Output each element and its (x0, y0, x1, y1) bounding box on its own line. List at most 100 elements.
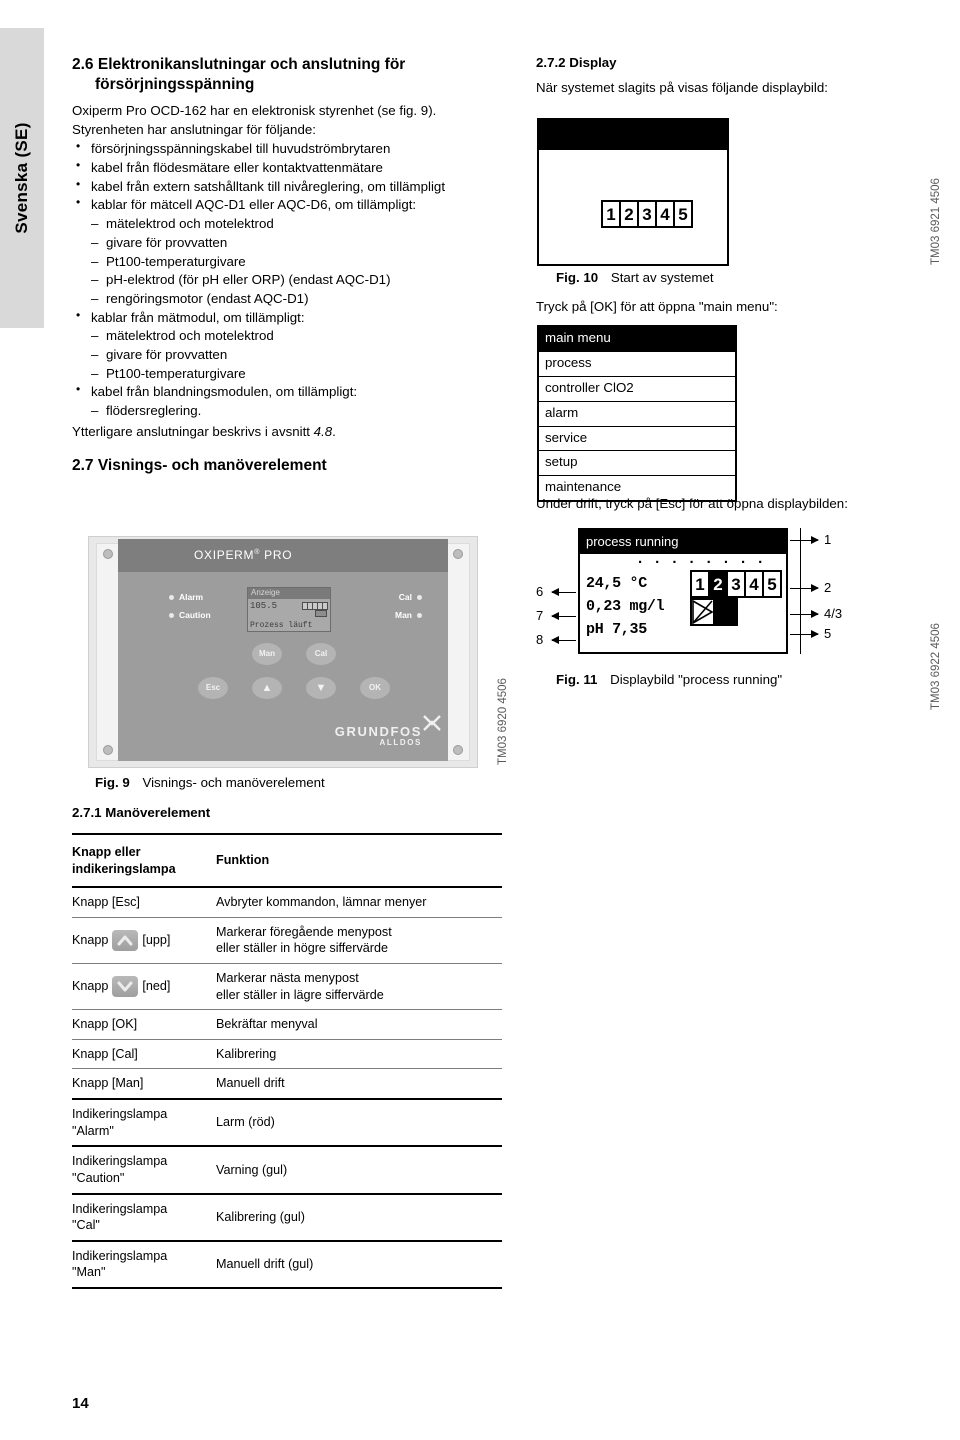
key-prefix: Knapp (72, 933, 109, 948)
callout-arrow-5 (790, 630, 819, 638)
digit-box: 3 (726, 570, 746, 598)
key-line2: "Man" (72, 1265, 106, 1280)
list-item: kabel från extern satshålltank till nivå… (72, 177, 502, 196)
fig10-tm-code: TM03 6921 4506 (930, 178, 942, 265)
bowtie-valve-icon (690, 598, 715, 626)
screw-icon (453, 549, 463, 559)
digit-box: 1 (601, 200, 621, 228)
fig11-display: process running · · · · · · · · 24,5 °C … (578, 528, 788, 654)
callout-arrow-43 (790, 610, 819, 618)
device-button-man[interactable]: Man (252, 643, 282, 665)
fig10-caption-text: Start av systemet (610, 270, 714, 285)
menu-item-main-menu[interactable]: main menu (539, 327, 735, 352)
menu-item-service[interactable]: service (539, 427, 735, 452)
device-button-cal[interactable]: Cal (306, 643, 336, 665)
fig9-caption: Fig. 9 Visnings- och manöverelement (95, 775, 325, 790)
table-row: Knapp [upp] Markerar föregående menypost… (72, 918, 502, 963)
heading-2-7-2-number: 2.7.2 (536, 55, 566, 70)
heading-2-7-1-number: 2.7.1 (72, 805, 102, 820)
fig11-dots: · · · · · · · · (638, 554, 768, 571)
table-header-col2: Funktion (216, 853, 270, 868)
menu-item-process[interactable]: process (539, 352, 735, 377)
digit-box (322, 602, 328, 610)
digit-box: 2 (619, 200, 639, 228)
table-row: Knapp [Esc] Avbryter kommandon, lämnar m… (72, 888, 502, 917)
table-row: Indikeringslampa "Cal" Kalibrering (gul) (72, 1195, 502, 1240)
key-line2: "Cal" (72, 1218, 100, 1233)
list-item: mätelektrod och motelektrod (72, 215, 502, 233)
caution-lamp-label: Caution (179, 610, 211, 620)
table-cell-function: Kalibrering (gul) (216, 1209, 305, 1224)
device-button-esc[interactable]: Esc (198, 677, 228, 699)
device-lcd-digit-boxes (302, 602, 328, 610)
right-column: 2.7.2 Display När systemet slagits på vi… (536, 55, 896, 98)
closing-prefix: Ytterligare anslutningar beskrivs i avsn… (72, 423, 314, 439)
list-item: Pt100-temperaturgivare (72, 365, 502, 383)
registered-icon: ® (254, 549, 261, 556)
key-line2: "Caution" (72, 1170, 125, 1185)
list-item: givare för provvatten (72, 346, 502, 364)
fig10-body: 1 2 3 4 5 (539, 150, 727, 264)
table-cell-key: Indikeringslampa "Caution" (72, 1147, 216, 1192)
list-item: kablar från mätmodul, om tillämpligt: (72, 308, 502, 327)
callout-arrow-2 (790, 584, 819, 592)
page-number: 14 (72, 1395, 89, 1412)
fig10-label: Fig. 10 (556, 270, 599, 285)
table-cell-function: Manuell drift (gul) (216, 1257, 314, 1272)
chevron-down-icon[interactable] (112, 976, 139, 998)
table-cell-function: Varning (gul) (216, 1162, 288, 1177)
brand-name: OXIPERM (194, 548, 255, 562)
fig11-caption: Fig. 11 Displaybild "process running" (556, 672, 782, 687)
callout-label-1: 1 (824, 532, 832, 547)
list-item: pH-elektrod (för pH eller ORP) (endast A… (72, 271, 502, 289)
table-row: Knapp [Man] Manuell drift (72, 1069, 502, 1098)
key-line1: Indikeringslampa (72, 1107, 168, 1122)
fn-line1: Markerar föregående menypost (216, 924, 392, 939)
device-button-ok[interactable]: OK (360, 677, 390, 699)
table-row: Knapp [OK] Bekräftar menyval (72, 1010, 502, 1039)
man-lamp-label: Man (395, 610, 412, 620)
callout-arrow-8 (551, 636, 576, 644)
fig9-tm-code: TM03 6920 4506 (497, 678, 509, 765)
document-page: Svenska (SE) 2.6 Elektronikanslutningar … (0, 0, 960, 1440)
manoverelement-table: Knapp eller indikeringslampa Funktion Kn… (72, 833, 502, 1289)
fig11-row-concentration: 0,23 mg/l (586, 598, 665, 615)
heading-2-6: 2.6 Elektronikanslutningar och anslutnin… (72, 55, 502, 95)
callout-arrow-6 (551, 588, 576, 596)
menu-item-controller-clo2[interactable]: controller ClO2 (539, 377, 735, 402)
list-item: försörjningsspänningskabel till huvudstr… (72, 139, 502, 158)
closing-suffix: . (332, 423, 336, 439)
brand-suffix: PRO (264, 548, 293, 562)
key-suffix: [upp] (142, 933, 171, 948)
language-tab-label: Svenska (SE) (12, 122, 31, 234)
table-row: Indikeringslampa "Alarm" Larm (röd) (72, 1100, 502, 1145)
table-header-row: Knapp eller indikeringslampa Funktion (72, 835, 502, 886)
table-cell-function: Kalibrering (216, 1046, 277, 1061)
fig11-row-ph: pH 7,35 (586, 621, 647, 638)
fig9-label: Fig. 9 (95, 775, 130, 790)
callout-arrow-7 (551, 612, 576, 620)
man-lamp-icon (417, 613, 422, 618)
menu-intro-text: Tryck på [OK] för att öppna "main menu": (536, 299, 778, 314)
fn-line1: Markerar nästa menypost (216, 971, 359, 986)
fig10-header-bar (539, 120, 727, 150)
device-button-down[interactable]: ▼ (306, 677, 336, 699)
table-cell-key: Indikeringslampa "Alarm" (72, 1100, 216, 1145)
key-line1: Indikeringslampa (72, 1154, 168, 1169)
list-item: givare för provvatten (72, 234, 502, 252)
main-menu-list: main menu process controller ClO2 alarm … (537, 325, 737, 503)
logo-sub: ALLDOS (379, 738, 422, 747)
table-cell-key: Knapp [OK] (72, 1017, 138, 1032)
chevron-up-icon[interactable] (112, 929, 139, 951)
list-item: kablar för mätcell AQC-D1 eller AQC-D6, … (72, 196, 502, 214)
list-item: kabel från flödesmätare eller kontaktvat… (72, 158, 502, 177)
callout-label-4-3: 4/3 (824, 606, 843, 621)
menu-item-alarm[interactable]: alarm (539, 402, 735, 427)
device-button-up[interactable]: ▲ (252, 677, 282, 699)
screw-icon (453, 745, 463, 755)
menu-item-setup[interactable]: setup (539, 451, 735, 477)
digit-box-selected: 2 (708, 570, 728, 598)
connection-bullet-list-3: kabel från blandningsmodulen, om tillämp… (72, 382, 502, 401)
display-intro-text: När systemet slagits på visas följande d… (536, 80, 828, 95)
cal-lamp-label: Cal (398, 592, 412, 602)
